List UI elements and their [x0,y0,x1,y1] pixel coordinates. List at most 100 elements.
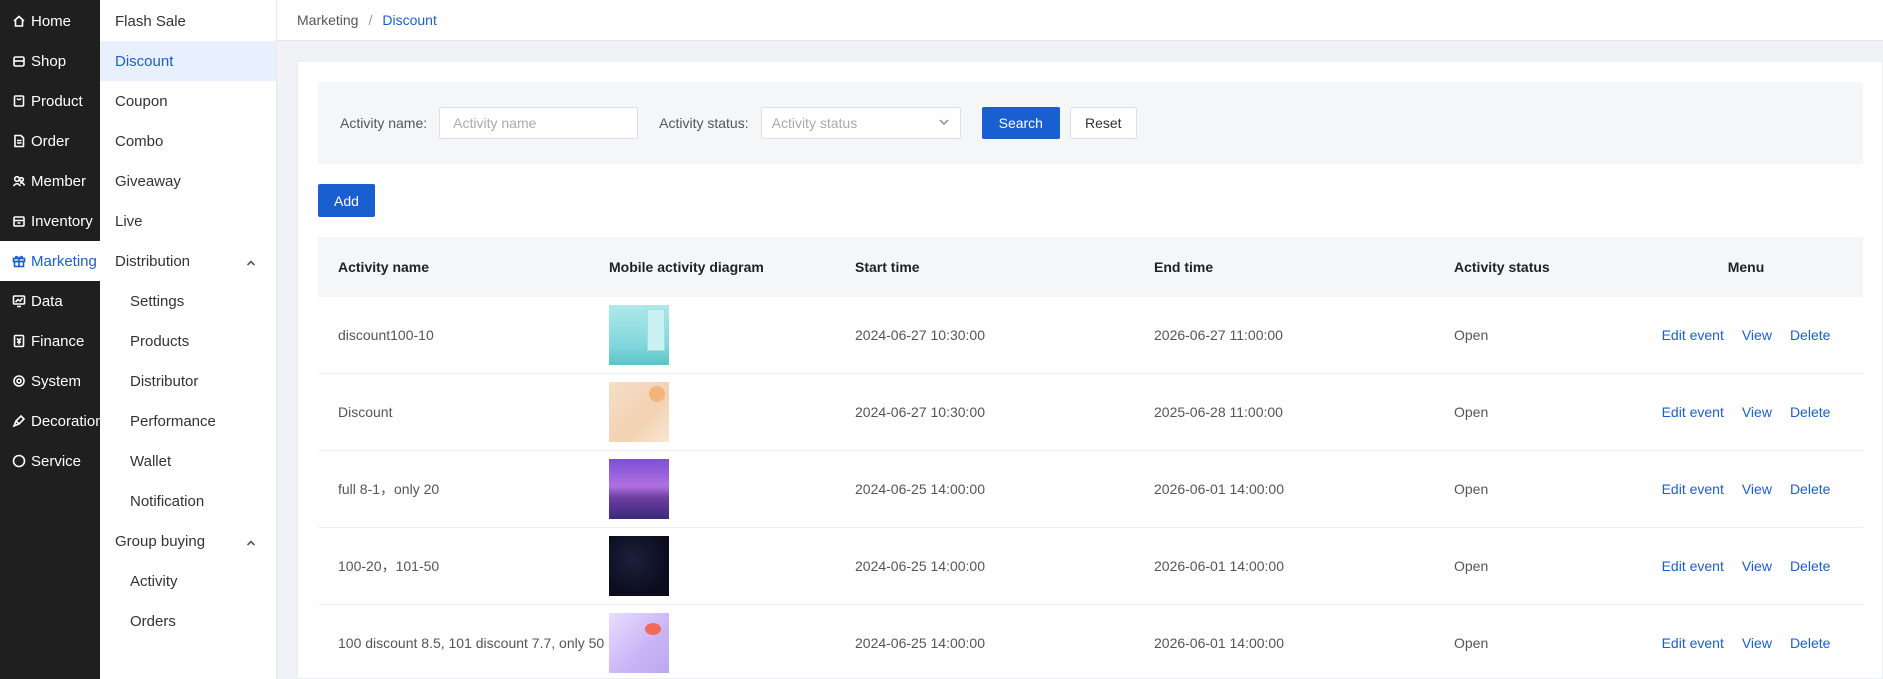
view-link[interactable]: View [1742,635,1772,651]
subnav-item-flash-sale[interactable]: Flash Sale [100,1,276,41]
subnav-item-activity[interactable]: Activity [100,561,276,601]
chat-icon [12,454,26,468]
subnav-label: Settings [130,292,185,310]
home-icon [12,14,26,28]
nav-item-label: Marketing [31,252,97,270]
cell-status: Open [1454,481,1489,497]
nav-item-label: Order [31,132,70,150]
activity-thumbnail[interactable] [609,459,669,519]
header-end-time: End time [1154,259,1214,275]
nav-item-label: Product [31,92,83,110]
cell-activity-name: Discount [338,404,393,420]
activity-status-label: Activity status: [659,115,749,131]
reset-button[interactable]: Reset [1069,107,1137,139]
member-icon [12,174,26,188]
subnav-item-live[interactable]: Live [100,201,276,241]
cell-end-time: 2026-06-01 14:00:00 [1154,558,1284,574]
inventory-icon [12,214,26,228]
gear-icon [12,374,26,388]
delete-link[interactable]: Delete [1790,404,1830,420]
activity-thumbnail[interactable] [609,613,669,673]
cell-status: Open [1454,404,1489,420]
subnav-item-discount[interactable]: Discount [100,41,276,81]
nav-item-system[interactable]: System [0,361,100,401]
edit-event-link[interactable]: Edit event [1662,558,1724,574]
nav-item-order[interactable]: Order [0,121,100,161]
subnav-item-products[interactable]: Products [100,321,276,361]
cell-activity-name: 100 discount 8.5, 101 discount 7.7, only… [338,635,605,651]
activity-name-input[interactable] [439,107,639,139]
cell-status: Open [1454,327,1489,343]
discount-table: Activity name Mobile activity diagram St… [318,237,1863,679]
nav-item-label: System [31,372,82,390]
cell-status: Open [1454,558,1489,574]
cell-start-time: 2024-06-27 10:30:00 [855,327,985,343]
subnav-label: Distributor [130,372,199,390]
nav-item-label: Member [31,172,87,190]
chevron-up-icon [246,535,256,546]
delete-link[interactable]: Delete [1790,635,1830,651]
subnav-item-coupon[interactable]: Coupon [100,81,276,121]
edit-event-link[interactable]: Edit event [1662,327,1724,343]
subnav-label: Activity [130,572,178,590]
table-row: 100 discount 8.5, 101 discount 7.7, only… [318,605,1863,679]
subnav-label: Flash Sale [115,12,186,30]
activity-thumbnail[interactable] [609,305,669,365]
chevron-down-icon [938,115,950,131]
breadcrumb-parent[interactable]: Marketing [297,12,358,28]
header-start-time: Start time [855,259,920,275]
subnav-label: Wallet [130,452,172,470]
subnav-item-distributor[interactable]: Distributor [100,361,276,401]
nav-item-marketing[interactable]: Marketing [0,241,100,281]
activity-thumbnail[interactable] [609,382,669,442]
activity-status-select[interactable]: Activity status [760,107,961,139]
cell-start-time: 2024-06-27 10:30:00 [855,404,985,420]
subnav-group-group-buying[interactable]: Group buying [100,521,276,561]
chevron-up-icon [246,255,256,266]
header-mobile-diagram: Mobile activity diagram [609,259,764,275]
edit-event-link[interactable]: Edit event [1662,481,1724,497]
edit-event-link[interactable]: Edit event [1662,635,1724,651]
delete-link[interactable]: Delete [1790,327,1830,343]
activity-thumbnail[interactable] [609,536,669,596]
subnav-item-performance[interactable]: Performance [100,401,276,441]
data-icon [12,294,26,308]
delete-link[interactable]: Delete [1790,558,1830,574]
view-link[interactable]: View [1742,327,1772,343]
subnav-item-notification[interactable]: Notification [100,481,276,521]
cell-start-time: 2024-06-25 14:00:00 [855,481,985,497]
view-link[interactable]: View [1742,481,1772,497]
finance-icon [12,334,26,348]
subnav-item-settings[interactable]: Settings [100,281,276,321]
view-link[interactable]: View [1742,404,1772,420]
subnav-group-distribution[interactable]: Distribution [100,241,276,281]
nav-item-member[interactable]: Member [0,161,100,201]
filter-bar: Activity name: Activity status: Activity… [318,82,1863,164]
header-activity-status: Activity status [1454,259,1550,275]
edit-event-link[interactable]: Edit event [1662,404,1724,420]
nav-item-shop[interactable]: Shop [0,41,100,81]
view-link[interactable]: View [1742,558,1772,574]
breadcrumb: Marketing / Discount [277,0,1883,41]
nav-item-decoration[interactable]: Decoration [0,401,104,441]
nav-item-label: Decoration [31,412,104,430]
nav-item-inventory[interactable]: Inventory [0,201,100,241]
subnav-item-wallet[interactable]: Wallet [100,441,276,481]
subnav-label: Live [115,212,143,230]
subnav-label: Performance [130,412,216,430]
content-card: Activity name: Activity status: Activity… [297,61,1883,679]
delete-link[interactable]: Delete [1790,481,1830,497]
nav-item-home[interactable]: Home [0,1,100,41]
nav-item-data[interactable]: Data [0,281,100,321]
product-icon [12,94,26,108]
subnav-item-combo[interactable]: Combo [100,121,276,161]
nav-item-product[interactable]: Product [0,81,100,121]
search-button[interactable]: Search [981,107,1060,139]
add-button[interactable]: Add [318,184,375,217]
nav-item-service[interactable]: Service [0,441,100,481]
subnav-label: Orders [130,612,176,630]
subnav-item-giveaway[interactable]: Giveaway [100,161,276,201]
subnav-label: Discount [115,52,174,70]
nav-item-finance[interactable]: Finance [0,321,100,361]
subnav-item-orders[interactable]: Orders [100,601,276,641]
